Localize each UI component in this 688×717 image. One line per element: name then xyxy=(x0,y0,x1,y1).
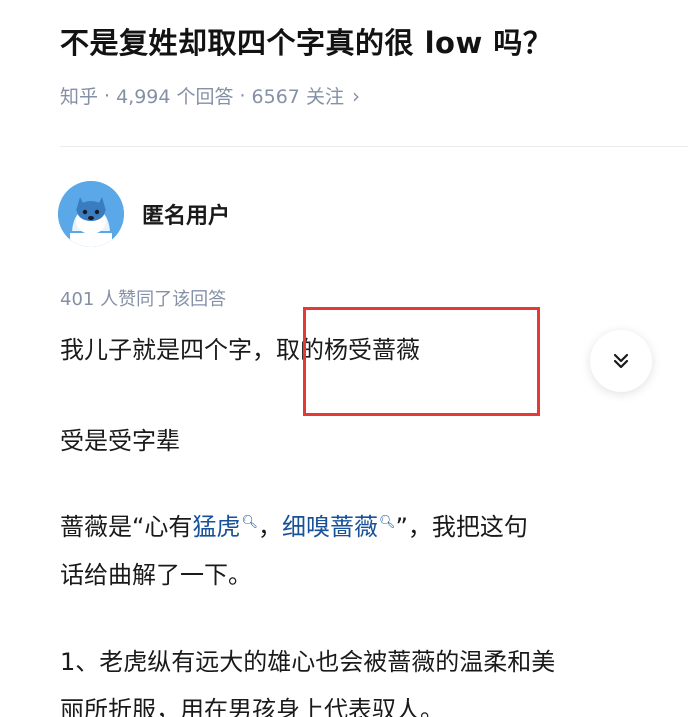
question-meta[interactable]: 知乎 · 4,994 个回答 · 6567 关注 › xyxy=(60,82,360,109)
divider xyxy=(60,146,688,147)
anonymous-avatar-icon[interactable] xyxy=(58,181,124,247)
double-chevron-down-icon xyxy=(613,353,629,369)
expand-button[interactable] xyxy=(590,330,652,392)
meta-separator: · xyxy=(104,84,111,107)
search-icon: 🔍︎ xyxy=(241,515,258,530)
paragraph-4-line-2: 丽所折服，用在男孩身上代表驭人。 xyxy=(60,696,444,717)
search-link-menghu[interactable]: 猛虎 xyxy=(192,513,240,541)
paragraph-4-line-1: 1、老虎纵有远大的雄心也会被蔷薇的温柔和美 xyxy=(60,648,556,676)
red-highlight-box xyxy=(303,307,540,416)
vote-count-text: 401 人赞同了该回答 xyxy=(60,289,227,310)
search-icon: 🔍︎ xyxy=(378,515,396,530)
question-title[interactable]: 不是复姓却取四个字真的很 low 吗？ xyxy=(60,20,552,62)
paragraph-2: 受是受字辈 xyxy=(60,427,180,455)
follow-count: 6567 关注 xyxy=(251,86,344,108)
paragraph-3-suffix: ”，我把这句 xyxy=(395,513,528,541)
paragraph-3-prefix: 蔷薇是“心有 xyxy=(60,513,193,541)
search-link-xixiuqiangwei[interactable]: 细嗅蔷薇 xyxy=(282,513,378,541)
source-label: 知乎 xyxy=(60,86,99,108)
chevron-right-icon: › xyxy=(351,83,360,108)
paragraph-3-line-1: 蔷薇是“心有猛虎🔍︎，细嗅蔷薇🔍︎”，我把这句 xyxy=(60,509,528,545)
author-row[interactable]: 匿名用户 xyxy=(58,181,230,247)
meta-separator: · xyxy=(239,84,246,107)
author-name[interactable]: 匿名用户 xyxy=(142,198,230,230)
paragraph-3-mid: ， xyxy=(257,513,282,541)
answer-count: 4,994 个回答 xyxy=(116,86,234,108)
paragraph-3-line-2: 话给曲解了一下。 xyxy=(60,561,252,589)
answer-page: 不是复姓却取四个字真的很 low 吗？ 知乎 · 4,994 个回答 · 656… xyxy=(0,0,688,717)
